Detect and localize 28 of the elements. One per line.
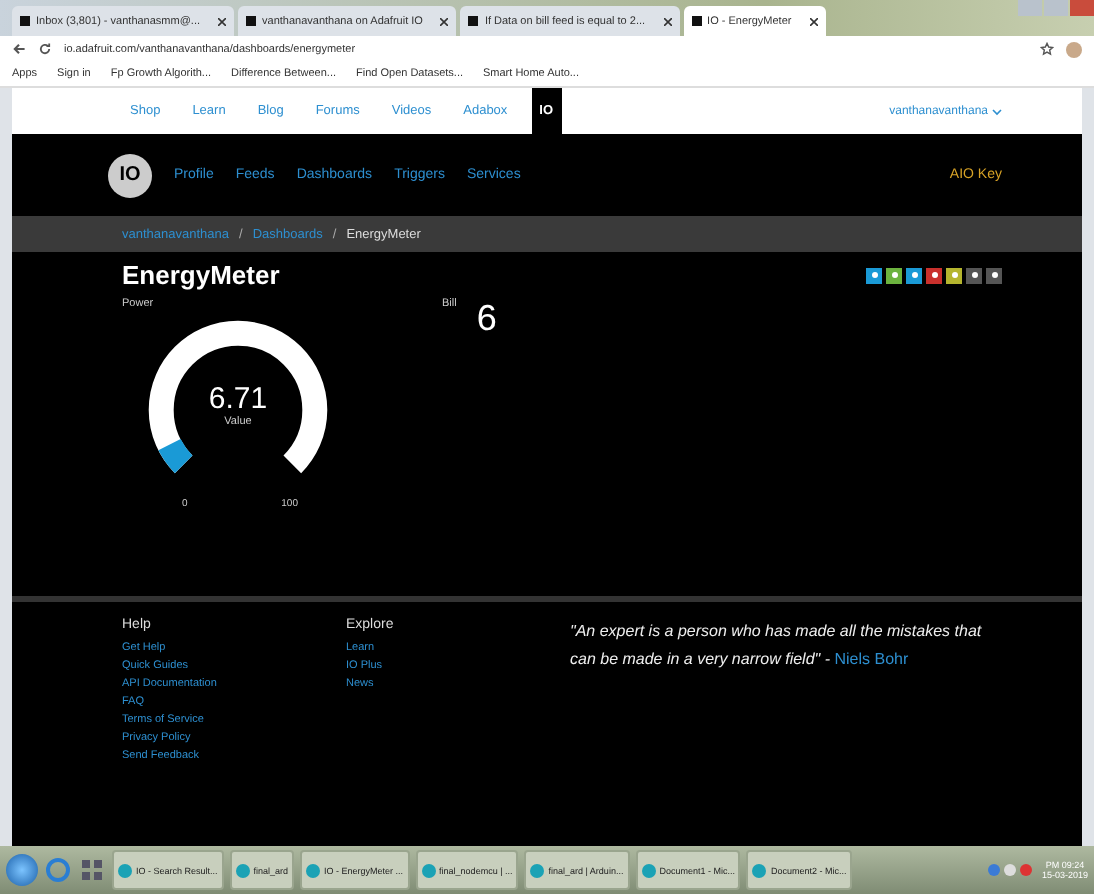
gauge-value: 6.71 — [208, 382, 268, 416]
dashboard-tool-button[interactable] — [966, 267, 982, 283]
caret-icon — [992, 107, 1002, 115]
dashboard-tool-button[interactable] — [906, 267, 922, 283]
app-grid-icon[interactable] — [78, 856, 106, 884]
dashboard-tool-button[interactable] — [986, 267, 1002, 283]
close-icon[interactable] — [218, 17, 227, 25]
io-logo[interactable]: IO — [108, 153, 152, 197]
dashboard-tool-button[interactable] — [926, 267, 942, 283]
close-icon[interactable] — [663, 17, 672, 25]
author-link[interactable]: Niels Bohr — [834, 650, 909, 668]
favicon-icon — [468, 16, 479, 26]
tray-icons-drawing — [987, 862, 1036, 878]
close-icon[interactable] — [440, 17, 449, 25]
start-button[interactable] — [6, 854, 38, 886]
star-icon[interactable] — [1040, 42, 1054, 56]
dashboard-title: EnergyMeter — [122, 260, 280, 290]
dashboard-tool-button[interactable] — [946, 267, 962, 283]
favicon-icon — [246, 16, 257, 26]
reload-icon[interactable] — [38, 42, 52, 56]
favicon-icon — [20, 16, 30, 26]
favicon-icon — [691, 16, 702, 26]
bill-value: 6 — [476, 298, 497, 340]
quote-text: "An expert is a person who has made all the mistakes that can be made in a very narrow field" - Niels Bohr — [570, 620, 984, 672]
close-icon[interactable] — [809, 17, 818, 25]
dashboard-tool-button[interactable] — [866, 267, 882, 283]
dashboard-tool-button[interactable] — [886, 267, 902, 283]
back-icon[interactable] — [12, 42, 26, 56]
